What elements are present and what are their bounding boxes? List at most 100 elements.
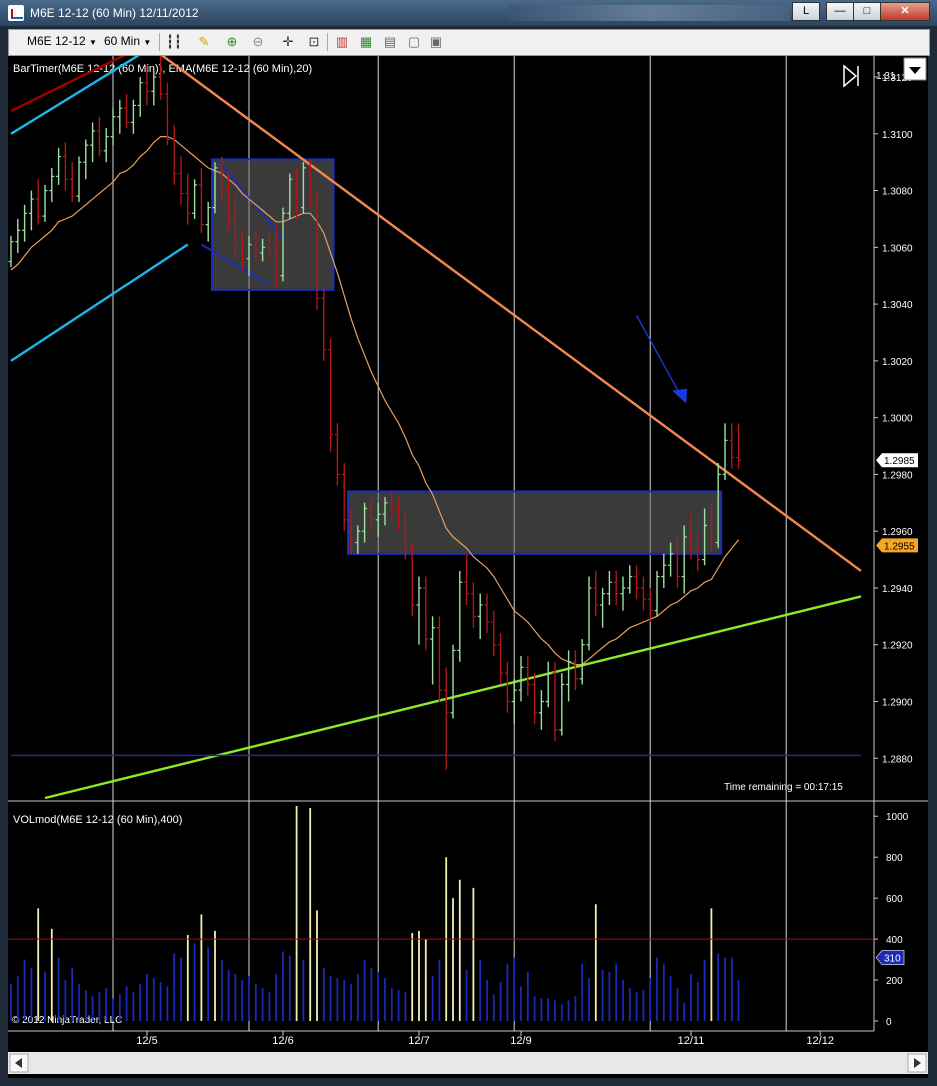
instrument-selector[interactable]: M6E 12-12 ▼: [27, 34, 97, 48]
ohlc-bar: [28, 190, 34, 231]
ohlc-bar: [470, 582, 476, 628]
crosshair-icon[interactable]: ✛: [279, 33, 297, 51]
ohlc-bar: [566, 650, 572, 702]
strategies-icon[interactable]: ▦: [357, 33, 375, 51]
ohlc-bar: [124, 94, 130, 129]
pencil-icon[interactable]: ✎: [195, 33, 213, 51]
ohlc-bar: [341, 463, 347, 532]
volume-tick-label: 800: [886, 853, 903, 864]
chart-trader-icon[interactable]: ▤: [381, 33, 399, 51]
window-title: M6E 12-12 (60 Min) 12/11/2012: [30, 6, 199, 20]
ohlc-bar: [654, 570, 660, 617]
ohlc-bar: [647, 587, 653, 623]
ohlc-bar: [525, 656, 531, 696]
price-tick-label: 1.2940: [882, 584, 913, 595]
ohlc-bar: [35, 179, 41, 225]
time-tick-label: 12/7: [408, 1035, 429, 1047]
consolidation-box-upper: [211, 158, 335, 291]
ohlc-bar: [117, 99, 123, 134]
price-badge: 1.2955: [876, 538, 918, 553]
time-tick-label: 12/12: [806, 1035, 834, 1047]
properties-icon[interactable]: ⊡: [305, 33, 323, 51]
ohlc-bar: [634, 565, 640, 600]
time-tick-label: 12/6: [272, 1035, 293, 1047]
price-tick-label: 1.3100: [882, 130, 913, 141]
price-axis-menu-button[interactable]: [903, 57, 927, 81]
ohlc-bar: [178, 156, 184, 205]
volume-tick-label: 0: [886, 1017, 892, 1028]
ohlc-bar: [62, 142, 68, 191]
ohlc-bar: [83, 139, 89, 180]
annotation-arrow-shaft: [636, 315, 681, 395]
ohlc-bar: [198, 167, 204, 234]
ohlc-bar: [661, 553, 667, 588]
ohlc-bar: [600, 587, 606, 628]
chart-toolbar: M6E 12-12 ▼ 60 Min ▼ ┇┇ ✎ ⊕ ⊖ ✛ ⊡ ▥ ▦ ▤ …: [8, 29, 930, 56]
toolbar-divider: [159, 33, 160, 51]
price-badge-label: 1.2985: [884, 456, 915, 467]
ohlc-bar: [538, 690, 544, 730]
bar-type-icon[interactable]: ┇┇: [165, 33, 183, 51]
annotation-arrow-head: [672, 388, 688, 404]
indicator-label: BarTimer(M6E 12-12 (60 Min)), EMA(M6E 12…: [13, 63, 312, 75]
volume-tick-label: 400: [886, 935, 903, 946]
minimize-button[interactable]: —: [826, 2, 854, 21]
ohlc-bar: [321, 287, 327, 361]
chart-scroll-end-icon[interactable]: [843, 64, 859, 88]
ohlc-bar: [559, 673, 565, 736]
link-button[interactable]: L: [792, 2, 820, 21]
ohlc-bar: [8, 235, 14, 268]
ohlc-bar: [205, 201, 211, 242]
interval-label: 60 Min: [104, 34, 141, 48]
ohlc-bar: [15, 218, 21, 254]
horizontal-scrollbar[interactable]: [8, 1052, 928, 1074]
zoom-in-icon[interactable]: ⊕: [223, 33, 241, 51]
volume-tick-label: 600: [886, 894, 903, 905]
volume-tick-label: 200: [886, 976, 903, 987]
chart-canvas: BarTimer(M6E 12-12 (60 Min)), EMA(M6E 12…: [8, 56, 928, 1074]
ohlc-bar: [137, 77, 143, 117]
ohlc-bar: [110, 108, 116, 146]
time-tick-label: 12/5: [136, 1035, 157, 1047]
ohlc-bar: [640, 576, 646, 611]
close-button[interactable]: ✕: [880, 2, 930, 21]
price-tick-label: 1.3040: [882, 300, 913, 311]
chart-panel[interactable]: BarTimer(M6E 12-12 (60 Min)), EMA(M6E 12…: [8, 56, 928, 1078]
scrollbar-track: [8, 1052, 928, 1074]
interval-selector[interactable]: 60 Min ▼: [104, 34, 151, 48]
ohlc-bar: [545, 661, 551, 708]
ohlc-bar: [579, 639, 585, 685]
price-tick-label: 1.2920: [882, 641, 913, 652]
ohlc-bar: [185, 173, 191, 225]
ohlc-bar: [484, 593, 490, 634]
play-triangle-icon: [843, 64, 858, 88]
ohlc-bar: [586, 576, 592, 651]
price-tick-label: 1.3000: [882, 414, 913, 425]
zoom-out-icon[interactable]: ⊖: [249, 33, 267, 51]
ohlc-bar: [192, 179, 198, 219]
instrument-label: M6E 12-12: [27, 34, 86, 48]
ohlc-bar: [443, 667, 449, 770]
ohlc-bar: [56, 147, 62, 185]
ohlc-bar: [151, 71, 157, 106]
ohlc-bar: [69, 162, 75, 202]
ohlc-bar: [627, 565, 633, 594]
window-title-bar: M6E 12-12 (60 Min) 12/11/2012 L — □ ✕: [0, 0, 937, 26]
ohlc-bar: [103, 128, 109, 163]
ohlc-bar: [532, 673, 538, 725]
ohlc-bar: [164, 82, 170, 146]
price-badge-label: 1.2955: [884, 541, 915, 552]
indicators-icon[interactable]: ▥: [333, 33, 351, 51]
maximize-button[interactable]: □: [853, 2, 881, 21]
ohlc-bar: [90, 122, 96, 163]
data-box-icon[interactable]: ▣: [427, 33, 445, 51]
ohlc-bar: [423, 576, 429, 651]
ohlc-bar: [416, 576, 422, 645]
price-tick-label: 1.3060: [882, 243, 913, 254]
ohlc-bar: [736, 423, 742, 469]
ohlc-bar: [436, 616, 442, 702]
template-icon[interactable]: ▢: [405, 33, 423, 51]
ohlc-bar: [477, 593, 483, 640]
ohlc-bar: [613, 570, 619, 605]
ohlc-bar: [504, 661, 510, 713]
